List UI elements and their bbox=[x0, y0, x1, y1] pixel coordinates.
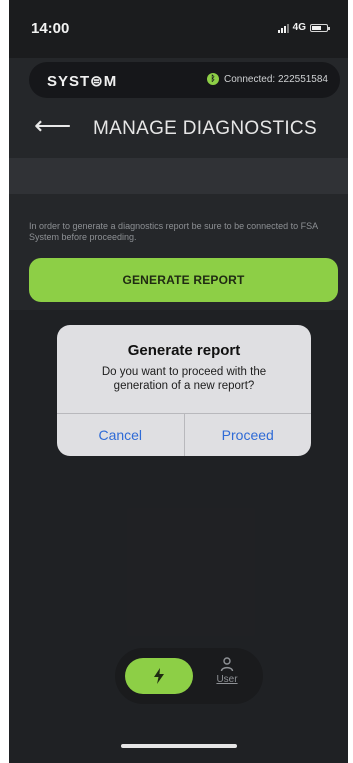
dialog-title: Generate report bbox=[127, 342, 241, 359]
status-time: 14:00 bbox=[31, 20, 70, 37]
network-type: 4G bbox=[292, 22, 306, 33]
section-band bbox=[9, 158, 348, 194]
system-logo: SYST⊜M bbox=[47, 73, 118, 90]
lightning-bolt-icon bbox=[154, 668, 164, 684]
back-arrow-icon[interactable]: ⟵ bbox=[34, 112, 71, 138]
connection-label: Connected: 222551584 bbox=[224, 73, 328, 85]
nav-user-label: User bbox=[216, 674, 238, 685]
home-indicator[interactable] bbox=[121, 744, 237, 748]
brand-bar: SYST⊜M ᛒ Connected: 222551584 bbox=[29, 62, 340, 98]
connection-status[interactable]: ᛒ Connected: 222551584 bbox=[207, 73, 328, 85]
status-indicators: 4G bbox=[277, 22, 330, 33]
nav-item-diagnostics[interactable] bbox=[125, 658, 193, 694]
nav-item-user[interactable]: User bbox=[209, 656, 245, 696]
title-bar: ⟵ MANAGE DIAGNOSTICS bbox=[9, 108, 348, 152]
battery-icon bbox=[310, 23, 330, 32]
phone-screen: 14:00 4G SYST⊜M ᛒ Connected: 222551584 ⟵… bbox=[9, 0, 348, 763]
generate-report-dialog: Generate report Do you want to proceed w… bbox=[57, 325, 311, 456]
bluetooth-icon: ᛒ bbox=[207, 73, 220, 85]
page-title: MANAGE DIAGNOSTICS bbox=[93, 118, 317, 139]
dialog-actions: Cancel Proceed bbox=[57, 413, 311, 456]
cancel-button[interactable]: Cancel bbox=[57, 414, 184, 456]
dialog-message: Do you want to proceed with the generati… bbox=[101, 366, 267, 392]
info-text: In order to generate a diagnostics repor… bbox=[29, 221, 318, 242]
generate-report-button[interactable]: GENERATE REPORT bbox=[29, 258, 338, 302]
bottom-nav: User bbox=[115, 648, 263, 704]
signal-icon bbox=[277, 23, 289, 33]
user-icon bbox=[220, 657, 234, 672]
status-bar: 14:00 4G bbox=[9, 0, 348, 58]
proceed-button[interactable]: Proceed bbox=[183, 414, 312, 456]
